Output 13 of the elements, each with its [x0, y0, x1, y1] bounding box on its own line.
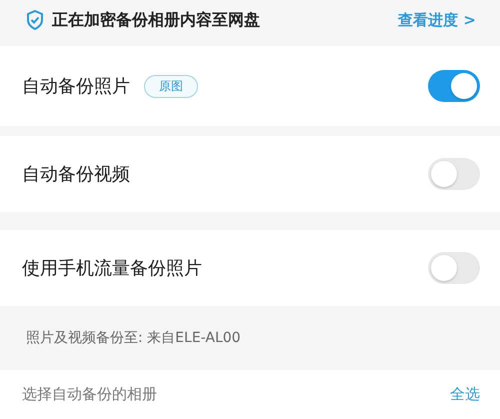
- banner-text: 正在加密备份相册内容至网盘: [52, 10, 261, 30]
- toggle-switch[interactable]: [428, 70, 480, 102]
- setting-label: 自动备份视频: [22, 163, 130, 186]
- shield-icon: [26, 10, 44, 30]
- toggle-switch[interactable]: [428, 252, 480, 284]
- album-label: 选择自动备份的相册: [22, 385, 157, 404]
- setting-label: 自动备份照片: [22, 75, 130, 98]
- setting-label: 使用手机流量备份照片: [22, 257, 202, 280]
- view-progress-link[interactable]: 查看进度 >: [398, 10, 476, 30]
- select-all-link[interactable]: 全选: [450, 385, 480, 404]
- badge: 原图: [144, 74, 198, 98]
- destination-text: 照片及视频备份至: 来自ELE-AL00: [26, 329, 241, 347]
- toggle-switch[interactable]: [428, 158, 480, 190]
